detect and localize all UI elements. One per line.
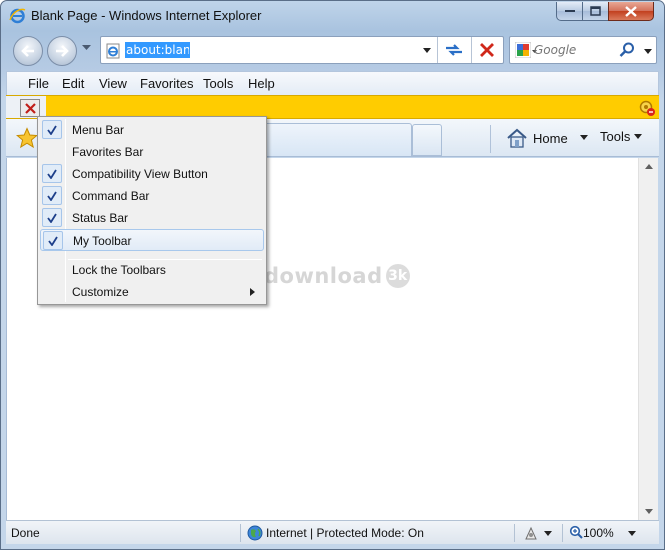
menu-item-label: Customize xyxy=(72,285,129,299)
command-bar-divider xyxy=(490,125,491,153)
recent-pages-dropdown-icon[interactable] xyxy=(82,45,91,51)
search-icon[interactable] xyxy=(618,41,636,59)
tools-button[interactable]: Tools xyxy=(600,129,643,144)
address-input[interactable] xyxy=(125,42,190,58)
ie-page-icon xyxy=(106,43,120,59)
minimize-icon xyxy=(564,10,575,12)
menu-bar: File Edit View Favorites Tools Help xyxy=(6,71,659,95)
security-zone-text[interactable]: Internet | Protected Mode: On xyxy=(266,526,424,540)
vertical-scrollbar[interactable] xyxy=(638,158,658,520)
window-close-button[interactable] xyxy=(608,2,654,21)
close-icon xyxy=(625,5,637,17)
chevron-down-icon xyxy=(634,134,643,139)
checkmark-icon xyxy=(42,164,62,183)
search-box[interactable] xyxy=(509,36,657,64)
menu-item-favorites-bar[interactable]: Favorites Bar xyxy=(40,141,264,163)
menu-item-lock-the-toolbars[interactable]: Lock the Toolbars xyxy=(40,259,264,281)
globe-icon xyxy=(247,525,263,541)
window-title: Blank Page - Windows Internet Explorer xyxy=(31,8,262,23)
menu-item-label: Compatibility View Button xyxy=(72,167,208,181)
toolbar-close-button[interactable] xyxy=(20,99,40,117)
chevron-up-icon xyxy=(644,164,653,169)
menu-item-customize[interactable]: Customize xyxy=(40,281,264,303)
menu-edit[interactable]: Edit xyxy=(62,76,84,91)
menu-item-status-bar[interactable]: Status Bar xyxy=(40,207,264,229)
refresh-button[interactable] xyxy=(441,40,467,60)
status-divider xyxy=(562,524,563,542)
close-icon xyxy=(24,102,36,114)
checkmark-icon xyxy=(42,120,62,139)
checkmark-icon xyxy=(42,186,62,205)
favorites-star-icon[interactable] xyxy=(16,127,38,149)
menu-item-menu-bar[interactable]: Menu Bar xyxy=(40,119,264,141)
status-bar: Done Internet | Protected Mode: On 100% xyxy=(6,520,659,544)
search-input[interactable] xyxy=(534,43,614,57)
menu-favorites[interactable]: Favorites xyxy=(140,76,193,91)
search-options-dropdown-icon[interactable] xyxy=(644,49,652,54)
new-tab-button[interactable] xyxy=(412,124,442,156)
chevron-down-icon xyxy=(644,509,653,514)
menu-view[interactable]: View xyxy=(99,76,127,91)
watermark-badge: 3k xyxy=(385,264,410,288)
menu-item-label: Favorites Bar xyxy=(72,145,144,159)
tools-label: Tools xyxy=(600,129,631,144)
menu-item-compatibility-view-button[interactable]: Compatibility View Button xyxy=(40,163,264,185)
chevron-down-icon[interactable] xyxy=(544,531,552,536)
stop-button[interactable] xyxy=(475,40,499,60)
menu-item-label: Menu Bar xyxy=(72,123,125,137)
menu-item-my-toolbar[interactable]: My Toolbar xyxy=(40,229,264,251)
watermark: download 3k xyxy=(264,264,410,288)
menu-item-label: My Toolbar xyxy=(73,234,132,248)
zoom-level[interactable]: 100% xyxy=(583,526,614,540)
watermark-text: download xyxy=(264,264,383,288)
address-divider xyxy=(437,37,438,63)
status-divider xyxy=(514,524,515,542)
arrow-left-icon xyxy=(21,45,34,57)
arrow-right-icon xyxy=(56,45,69,57)
chevron-right-icon xyxy=(250,288,255,296)
status-text: Done xyxy=(11,526,40,540)
title-bar: Blank Page - Windows Internet Explorer xyxy=(1,1,664,31)
internet-explorer-icon xyxy=(9,8,26,24)
menu-tools[interactable]: Tools xyxy=(203,76,233,91)
browser-window: Blank Page - Windows Internet Explorer a… xyxy=(0,0,665,550)
home-icon xyxy=(507,128,527,148)
menu-item-label: Lock the Toolbars xyxy=(72,263,166,277)
scroll-up-button[interactable] xyxy=(639,158,658,175)
address-divider xyxy=(471,37,472,63)
menu-item-label: Status Bar xyxy=(72,211,129,225)
maximize-button[interactable] xyxy=(582,2,609,21)
stop-icon xyxy=(480,43,494,57)
navigation-bar xyxy=(1,31,664,69)
home-button[interactable]: Home xyxy=(506,126,568,150)
toolbars-context-menu: Menu Bar Favorites Bar Compatibility Vie… xyxy=(37,116,267,305)
status-divider xyxy=(240,524,241,542)
menu-item-label: Command Bar xyxy=(72,189,150,203)
minimize-button[interactable] xyxy=(556,2,583,21)
google-icon xyxy=(515,42,531,58)
scroll-down-button[interactable] xyxy=(639,503,658,520)
chevron-down-icon[interactable] xyxy=(628,531,636,536)
checkmark-icon xyxy=(42,208,62,227)
address-dropdown-icon[interactable] xyxy=(423,48,431,53)
zoom-icon[interactable] xyxy=(569,525,583,539)
address-bar[interactable] xyxy=(100,36,504,64)
protected-mode-icon[interactable] xyxy=(523,525,539,541)
maximize-icon xyxy=(590,6,601,16)
menu-file[interactable]: File xyxy=(28,76,49,91)
home-dropdown-icon[interactable] xyxy=(580,135,588,140)
menu-item-command-bar[interactable]: Command Bar xyxy=(40,185,264,207)
checkmark-icon xyxy=(43,231,63,250)
refresh-icon xyxy=(446,44,462,56)
menu-help[interactable]: Help xyxy=(248,76,275,91)
home-label: Home xyxy=(533,130,568,146)
settings-alert-icon[interactable] xyxy=(638,99,656,117)
forward-button[interactable] xyxy=(47,36,77,66)
back-button[interactable] xyxy=(13,36,43,66)
